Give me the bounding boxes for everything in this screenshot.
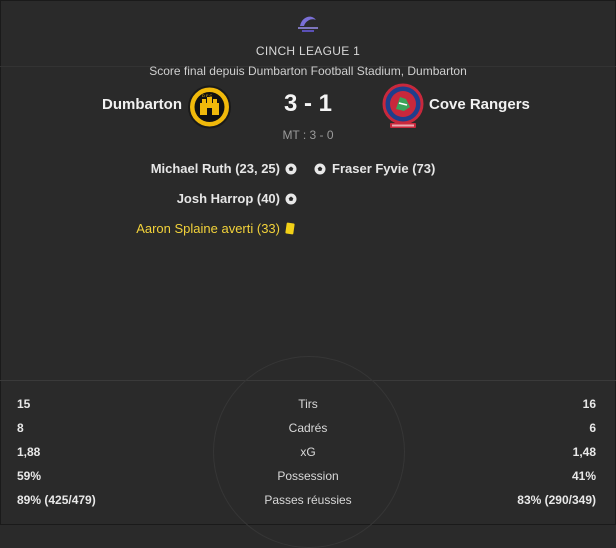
football-icon [314, 163, 326, 175]
away-goal-event[interactable]: Fraser Fyvie (73) [332, 161, 435, 176]
final-score: 3 - 1 [283, 90, 333, 117]
dumbarton-crest-icon[interactable]: D F C [188, 85, 231, 129]
stat-label: Possession [277, 469, 339, 483]
competition-logo-icon [298, 16, 318, 32]
home-team-name[interactable]: Dumbarton [102, 96, 182, 113]
stat-label: xG [300, 445, 316, 459]
stat-row: 59% Possession 41% [0, 464, 616, 488]
cove-rangers-crest-icon[interactable] [382, 83, 424, 131]
stat-row: 1,88 xG 1,48 [0, 440, 616, 464]
home-goal-event[interactable]: Josh Harrop (40) [177, 191, 280, 206]
stat-away-value: 6 [589, 421, 596, 435]
stat-away-value: 41% [571, 469, 596, 483]
stat-label: Tirs [298, 397, 318, 411]
home-booking-event[interactable]: Aaron Splaine averti (33) [136, 221, 280, 236]
football-icon [285, 193, 297, 205]
stat-row: 8 Cadrés 6 [0, 416, 616, 440]
competition-name[interactable]: CINCH LEAGUE 1 [0, 44, 616, 58]
stat-away-value: 16 [582, 397, 596, 411]
away-team-name[interactable]: Cove Rangers [429, 96, 530, 113]
stat-away-value: 83% (290/349) [517, 493, 596, 507]
home-goal-event[interactable]: Michael Ruth (23, 25) [151, 161, 280, 176]
stat-label: Cadrés [288, 421, 328, 435]
yellow-card-icon [285, 222, 295, 235]
stat-away-value: 1,48 [572, 445, 596, 459]
football-icon [285, 163, 297, 175]
stat-row: 15 Tirs 16 [0, 392, 616, 416]
match-venue-status: Score final depuis Dumbarton Football St… [149, 64, 467, 78]
half-time-score: MT : 3 - 0 [282, 128, 334, 142]
svg-text:D F C: D F C [202, 93, 213, 98]
stat-row: 89% (425/479) Passes réussies 83% (290/3… [0, 488, 616, 512]
